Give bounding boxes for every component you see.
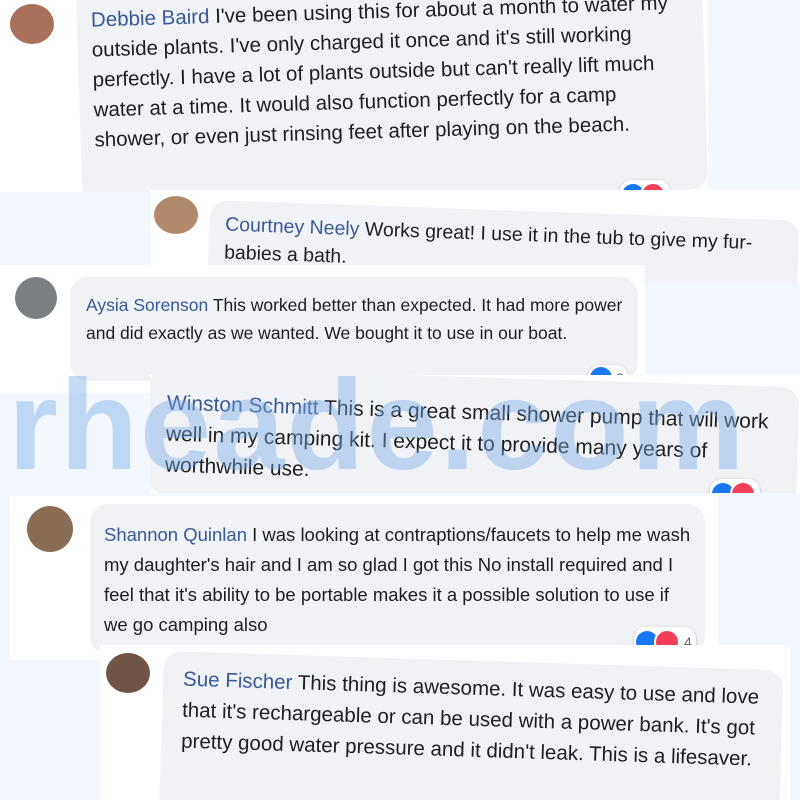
comment-author[interactable]: Sue Fischer <box>183 668 293 694</box>
comment-bubble: Sue Fischer This thing is awesome. It wa… <box>158 651 784 800</box>
avatar[interactable] <box>27 506 73 552</box>
comment-author[interactable]: Aysia Sorenson <box>86 295 208 315</box>
comment-clip-winston: Winston Schmitt This is a great small sh… <box>150 375 800 493</box>
comment-clip-debbie: Debbie Baird I've been using this for ab… <box>0 0 708 192</box>
avatar[interactable] <box>154 196 198 234</box>
comment-author[interactable]: Winston Schmitt <box>167 392 319 420</box>
avatar[interactable] <box>106 653 150 693</box>
comment-clip-shannon: Shannon Quinlan I was looking at contrap… <box>10 496 718 660</box>
comment-clip-aysia: Aysia Sorenson This worked better than e… <box>0 265 645 393</box>
comment-bubble: Debbie Baird I've been using this for ab… <box>76 0 708 192</box>
heart-icon <box>730 481 756 493</box>
comment-bubble: Winston Schmitt This is a great small sh… <box>150 375 800 493</box>
avatar[interactable] <box>15 277 57 319</box>
reaction-badge[interactable] <box>710 479 760 493</box>
avatar[interactable] <box>10 4 54 44</box>
comment-bubble: Aysia Sorenson This worked better than e… <box>70 277 638 381</box>
comment-bubble: Shannon Quinlan I was looking at contrap… <box>90 504 705 654</box>
comment-clip-sue: Sue Fischer This thing is awesome. It wa… <box>100 645 790 800</box>
comment-author[interactable]: Debbie Baird <box>91 5 210 32</box>
comment-author[interactable]: Courtney Neely <box>225 214 360 241</box>
comment-author[interactable]: Shannon Quinlan <box>104 524 247 545</box>
